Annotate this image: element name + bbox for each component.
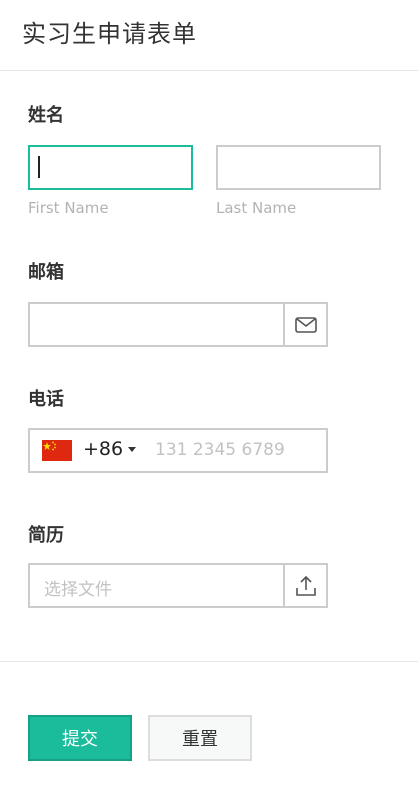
intern-application-form: 实习生申请表单 姓名 First Name Last Name 邮箱 电话 +8… bbox=[0, 0, 418, 785]
phone-placeholder: 131 2345 6789 bbox=[155, 440, 285, 460]
submit-button[interactable]: 提交 bbox=[28, 715, 132, 761]
footer-divider bbox=[0, 661, 418, 662]
email-addon bbox=[283, 302, 328, 347]
name-label: 姓名 bbox=[28, 105, 64, 126]
upload-button[interactable] bbox=[283, 563, 328, 608]
china-flag-icon bbox=[42, 440, 72, 461]
upload-icon bbox=[295, 575, 316, 596]
first-name-input[interactable] bbox=[28, 145, 193, 190]
envelope-icon bbox=[294, 316, 317, 333]
dropdown-caret-icon[interactable] bbox=[128, 447, 136, 452]
email-label: 邮箱 bbox=[28, 262, 64, 283]
first-name-hint: First Name bbox=[28, 199, 109, 217]
email-input[interactable] bbox=[28, 302, 286, 347]
resume-placeholder: 选择文件 bbox=[44, 580, 112, 600]
country-dial-code[interactable]: +86 bbox=[83, 438, 123, 460]
phone-input[interactable]: +86 131 2345 6789 bbox=[28, 428, 328, 473]
page-title: 实习生申请表单 bbox=[22, 20, 197, 48]
text-caret bbox=[38, 156, 40, 178]
reset-button[interactable]: 重置 bbox=[148, 715, 252, 761]
last-name-input[interactable] bbox=[216, 145, 381, 190]
phone-label: 电话 bbox=[28, 389, 64, 410]
form-header: 实习生申请表单 bbox=[0, 0, 418, 71]
resume-file-input[interactable]: 选择文件 bbox=[28, 563, 286, 608]
resume-label: 简历 bbox=[28, 525, 64, 546]
last-name-hint: Last Name bbox=[216, 199, 297, 217]
